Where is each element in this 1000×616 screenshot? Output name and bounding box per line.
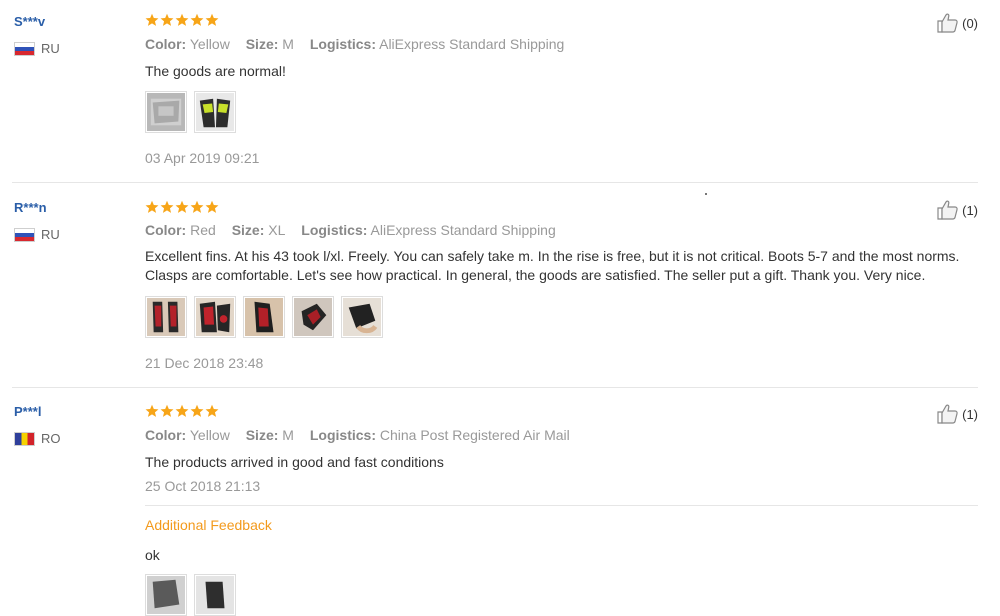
color-value: Red	[190, 222, 216, 238]
country-code: RU	[41, 41, 60, 56]
star-icon	[175, 13, 189, 27]
review-date: 03 Apr 2019 09:21	[145, 150, 260, 166]
rating-stars	[145, 13, 219, 27]
helpful-button[interactable]: (1)	[936, 403, 978, 425]
country-code: RO	[41, 431, 61, 446]
color-label: Color:	[145, 36, 187, 52]
size-value: M	[282, 427, 294, 443]
size-label: Size:	[231, 222, 265, 238]
photo-thumbnail[interactable]	[243, 296, 285, 338]
size-label: Size:	[245, 427, 279, 443]
star-icon	[205, 200, 219, 214]
reviewer-name[interactable]: S***v	[14, 14, 45, 29]
size-label: Size:	[245, 36, 279, 52]
star-icon	[175, 200, 189, 214]
rating-stars	[145, 404, 219, 418]
helpful-button[interactable]: (1)	[936, 199, 978, 221]
reviewer-name[interactable]: P***l	[14, 404, 41, 419]
star-icon	[205, 404, 219, 418]
photo-thumbnail[interactable]	[194, 574, 236, 616]
star-icon	[160, 13, 174, 27]
color-value: Yellow	[189, 36, 230, 52]
review-text: The products arrived in good and fast co…	[145, 454, 444, 470]
order-info: Color: Yellow Size: M Logistics: China P…	[145, 427, 582, 443]
thumbs-up-icon	[936, 12, 960, 34]
review-photos	[145, 296, 383, 338]
star-icon	[160, 404, 174, 418]
size-value: XL	[268, 222, 286, 238]
color-label: Color:	[145, 222, 187, 238]
order-info: Color: Red Size: XL Logistics: AliExpres…	[145, 222, 568, 238]
romania-flag-icon	[14, 431, 35, 446]
review-date: 21 Dec 2018 23:48	[145, 355, 264, 371]
photo-thumbnail[interactable]	[292, 296, 334, 338]
review-date: 25 Oct 2018 21:13	[145, 478, 261, 494]
review-photos	[145, 91, 236, 133]
star-icon	[190, 13, 204, 27]
reviewer-country: RU	[14, 227, 60, 242]
photo-thumbnail[interactable]	[341, 296, 383, 338]
star-icon	[145, 404, 159, 418]
russia-flag-icon	[14, 227, 35, 242]
star-icon	[145, 200, 159, 214]
star-icon	[205, 13, 219, 27]
rating-stars	[145, 200, 219, 214]
photo-thumbnail[interactable]	[145, 91, 187, 133]
photo-thumbnail[interactable]	[194, 296, 236, 338]
reviewer-country: RU	[14, 41, 60, 56]
photo-thumbnail[interactable]	[145, 574, 187, 616]
logistics-value: AliExpress Standard Shipping	[379, 36, 565, 52]
photo-thumbnail[interactable]	[194, 91, 236, 133]
helpful-count: (1)	[962, 406, 978, 422]
star-icon	[190, 404, 204, 418]
order-info: Color: Yellow Size: M Logistics: AliExpr…	[145, 36, 576, 52]
helpful-count: (0)	[962, 15, 978, 31]
additional-divider	[145, 505, 978, 506]
thumbs-up-icon	[936, 403, 960, 425]
logistics-label: Logistics:	[309, 427, 376, 443]
review-photos	[145, 574, 236, 616]
helpful-button[interactable]: (0)	[936, 12, 978, 34]
russia-flag-icon	[14, 41, 35, 56]
artifact-dot	[705, 193, 707, 195]
review-text: Excellent fins. At his 43 took l/xl. Fre…	[145, 248, 960, 283]
logistics-label: Logistics:	[309, 36, 376, 52]
color-label: Color:	[145, 427, 187, 443]
review-divider	[12, 182, 978, 183]
additional-feedback-title: Additional Feedback	[145, 517, 272, 533]
thumbs-up-icon	[936, 199, 960, 221]
star-icon	[190, 200, 204, 214]
logistics-value: China Post Registered Air Mail	[379, 427, 570, 443]
logistics-label: Logistics:	[301, 222, 368, 238]
size-value: M	[282, 36, 294, 52]
photo-thumbnail[interactable]	[145, 296, 187, 338]
reviewer-name[interactable]: R***n	[14, 200, 47, 215]
color-value: Yellow	[189, 427, 230, 443]
star-icon	[175, 404, 189, 418]
reviewer-country: RO	[14, 431, 61, 446]
additional-feedback-text: ok	[145, 547, 160, 563]
star-icon	[160, 200, 174, 214]
country-code: RU	[41, 227, 60, 242]
helpful-count: (1)	[962, 202, 978, 218]
review-divider	[12, 387, 978, 388]
review-text: The goods are normal!	[145, 63, 286, 79]
logistics-value: AliExpress Standard Shipping	[370, 222, 556, 238]
star-icon	[145, 13, 159, 27]
